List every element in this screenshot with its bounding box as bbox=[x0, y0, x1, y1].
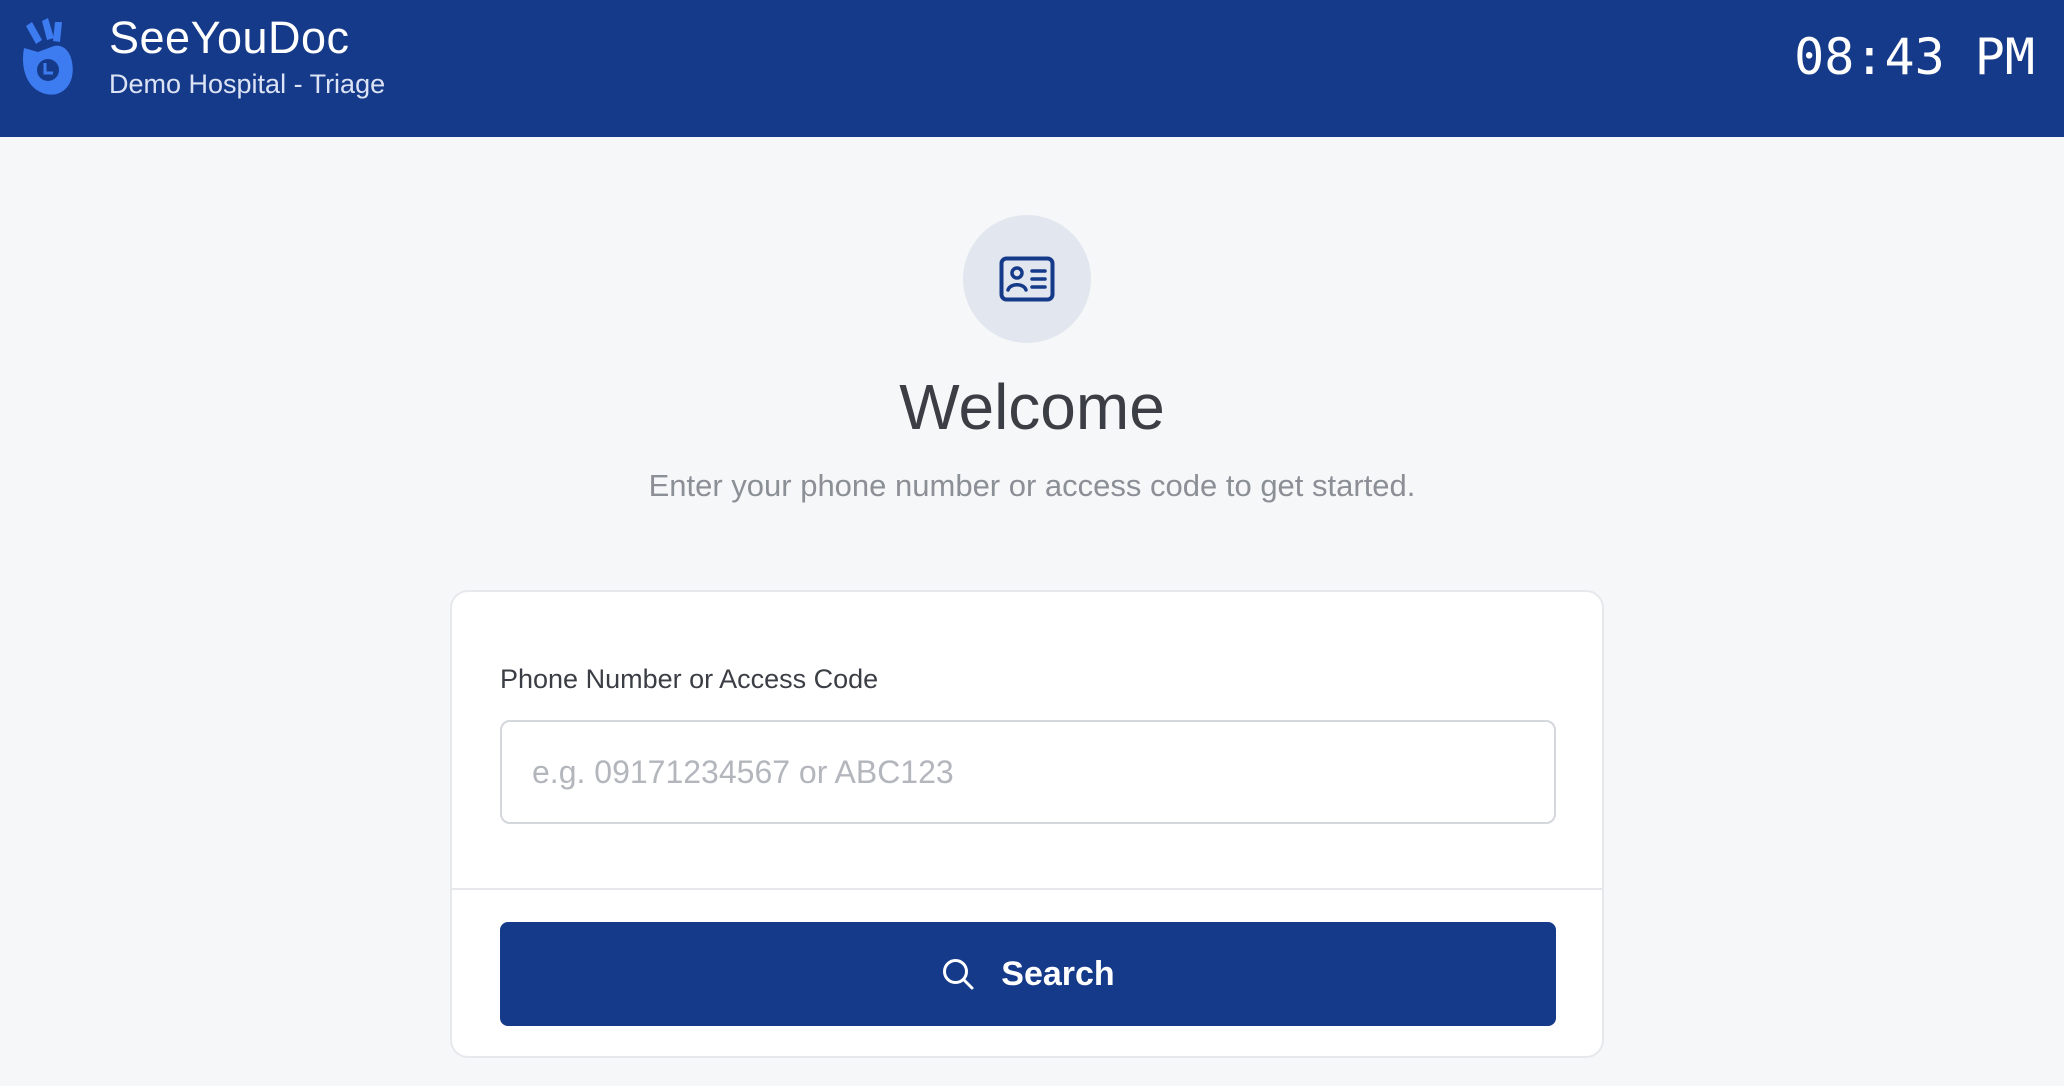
hand-gesture-logo-icon bbox=[22, 18, 73, 95]
app-header: SeeYouDoc Demo Hospital - Triage 08:43 P… bbox=[0, 0, 2064, 137]
page-title: Welcome bbox=[899, 371, 1165, 443]
search-icon bbox=[941, 957, 975, 991]
app-name: SeeYouDoc bbox=[109, 12, 350, 63]
app-subtitle: Demo Hospital - Triage bbox=[109, 69, 386, 99]
field-label: Phone Number or Access Code bbox=[500, 664, 879, 694]
id-card-icon bbox=[999, 256, 1055, 302]
search-button[interactable]: Search bbox=[500, 922, 1556, 1026]
page-subtitle: Enter your phone number or access code t… bbox=[648, 468, 1416, 503]
lookup-card: Phone Number or Access Code Search bbox=[450, 590, 1604, 1058]
clock-display: 08:43 PM bbox=[1794, 28, 2035, 86]
card-divider bbox=[452, 888, 1602, 890]
search-button-label: Search bbox=[1001, 954, 1115, 993]
id-card-icon-badge bbox=[963, 215, 1091, 343]
phone-or-code-input[interactable] bbox=[500, 720, 1556, 824]
